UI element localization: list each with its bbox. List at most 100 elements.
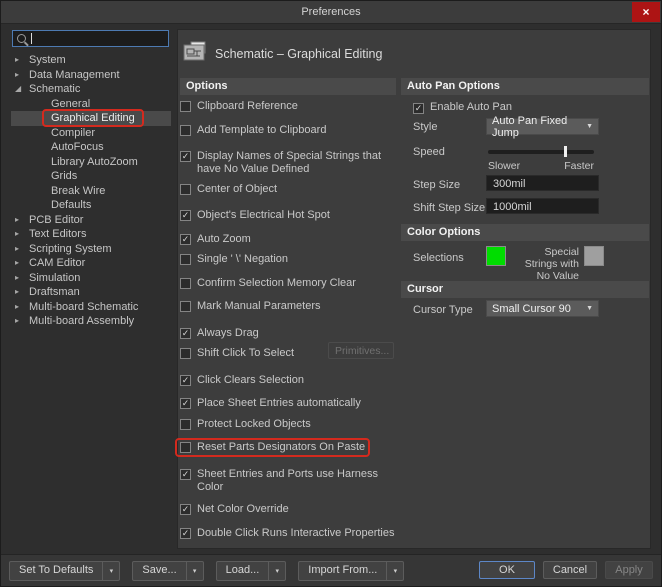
auto-pan-style-dropdown[interactable]: Auto Pan Fixed Jump ▼ [486,118,599,135]
checkbox-single-negation[interactable] [180,254,191,265]
checkbox-auto-zoom[interactable]: ✓ [180,234,191,245]
chevron-down-icon[interactable]: ▾ [186,562,203,580]
tree-label-wrap: Grids [47,170,81,182]
options-list: Clipboard ReferenceAdd Template to Clipb… [180,99,396,546]
save-button[interactable]: Save...▾ [132,561,203,581]
close-button[interactable]: × [632,2,660,22]
tree-label-wrap: PCB Editor [25,214,87,226]
checkbox-clipboard-reference[interactable] [180,101,191,112]
page-title: Schematic – Graphical Editing [215,47,382,61]
sidebar-item-multi-board-schematic[interactable]: ▸ Multi-board Schematic [11,300,171,315]
tree-label-wrap: Scripting System [25,243,116,255]
sidebar-item-break-wire[interactable]: Break Wire [11,184,171,199]
option-inner: Add Template to Clipboard [180,124,326,137]
option-row-display-names-of-special-strings-that-ha: ✓Display Names of Special Strings that h… [180,146,396,176]
option-row-confirm-selection-memory-clear: Confirm Selection Memory Clear [180,276,396,294]
sidebar-item-scripting-system[interactable]: ▸Scripting System [11,242,171,257]
step-size-input[interactable]: 300mil [486,175,599,191]
sidebar-item-label: Multi-board Schematic [29,301,138,313]
collapse-arrow-icon[interactable]: ▸ [15,258,25,268]
checkbox-place-sheet-entries-automatically[interactable]: ✓ [180,398,191,409]
ok-button[interactable]: OK [479,561,535,579]
checkbox-center-of-object[interactable] [180,184,191,195]
checkbox-display-names-of-special-strings-that-ha[interactable]: ✓ [180,151,191,162]
sidebar-item-multi-board-assembly[interactable]: ▸Multi-board Assembly [11,314,171,329]
checkbox-mark-manual-parameters[interactable] [180,301,191,312]
sidebar-item-autofocus[interactable]: AutoFocus [11,140,171,155]
collapse-arrow-icon[interactable]: ▸ [15,244,25,254]
option-row-center-of-object: Center of Object [180,182,396,200]
checkbox-confirm-selection-memory-clear[interactable] [180,278,191,289]
color-options-section-header: Color Options [401,224,649,241]
collapse-arrow-icon[interactable]: ▸ [15,273,25,283]
faster-label: Faster [488,160,594,172]
tree-label-wrap: Text Editors [25,228,90,240]
titlebar[interactable]: Preferences × [1,1,661,24]
search-input[interactable] [34,32,164,45]
sidebar-item-draftsman[interactable]: ▸ Draftsman [11,285,171,300]
checkbox-double-click-runs-interactive-properties[interactable]: ✓ [180,528,191,539]
set-to-defaults-button-label: Set To Defaults [10,562,102,580]
search-box[interactable] [12,30,169,47]
option-label: Object's Electrical Hot Spot [197,209,330,222]
sidebar-item-system[interactable]: ▸System [11,53,171,68]
option-inner: ✓Always Drag [180,327,259,340]
sidebar-item-label: Draftsman [29,286,80,298]
checkbox-object-s-electrical-hot-spot[interactable]: ✓ [180,210,191,221]
sidebar-item-data-management[interactable]: ▸Data Management [11,68,171,83]
collapse-arrow-icon[interactable]: ▸ [15,55,25,65]
selections-color-swatch[interactable] [486,246,506,266]
import-from-button[interactable]: Import From...▾ [298,561,404,581]
checkbox-net-color-override[interactable]: ✓ [180,504,191,515]
enable-auto-pan-checkbox[interactable]: ✓ [413,103,424,114]
expand-arrow-icon[interactable]: ◢ [15,84,25,94]
checkbox-sheet-entries-and-ports-use-harness-colo[interactable]: ✓ [180,469,191,480]
collapse-arrow-icon[interactable]: ▸ [15,229,25,239]
load-button[interactable]: Load...▾ [216,561,287,581]
collapse-arrow-icon[interactable]: ▸ [15,287,25,297]
auto-pan-section-header: Auto Pan Options [401,78,649,95]
tree-label-wrap: Draftsman [25,286,84,298]
shift-step-size-label: Shift Step Size [413,202,485,214]
enable-auto-pan-row[interactable]: ✓ Enable Auto Pan [413,101,512,114]
collapse-arrow-icon[interactable]: ▸ [15,215,25,225]
shift-step-size-input[interactable]: 1000mil [486,198,599,214]
chevron-down-icon[interactable]: ▾ [102,562,119,580]
checkbox-always-drag[interactable]: ✓ [180,328,191,339]
primitives-button[interactable]: Primitives... [328,342,394,359]
set-to-defaults-button[interactable]: Set To Defaults▾ [9,561,120,581]
sidebar-item-grids[interactable]: Grids [11,169,171,184]
chevron-down-icon[interactable]: ▾ [268,562,285,580]
option-row-always-drag: ✓Always Drag [180,323,396,341]
checkbox-reset-parts-designators-on-paste[interactable] [180,442,191,453]
sidebar-item-cam-editor[interactable]: ▸CAM Editor [11,256,171,271]
collapse-arrow-icon[interactable]: ▸ [15,316,25,326]
option-row-object-s-electrical-hot-spot: ✓ Object's Electrical Hot Spot [180,205,396,223]
chevron-down-icon[interactable]: ▾ [386,562,403,580]
checkbox-shift-click-to-select[interactable] [180,348,191,359]
checkbox-add-template-to-clipboard[interactable] [180,125,191,136]
checkbox-click-clears-selection[interactable]: ✓ [180,375,191,386]
sidebar-item-simulation[interactable]: ▸Simulation [11,271,171,286]
sidebar-item-defaults[interactable]: Defaults [11,198,171,213]
checkbox-protect-locked-objects[interactable] [180,419,191,430]
cursor-type-dropdown[interactable]: Small Cursor 90 ▼ [486,300,599,317]
apply-button[interactable]: Apply [605,561,653,579]
sidebar-item-schematic[interactable]: ◢Schematic [11,82,171,97]
sidebar-item-library-autozoom[interactable]: Library AutoZoom [11,155,171,170]
speed-slider[interactable] [488,147,594,157]
sidebar-item-general[interactable]: General [11,97,171,112]
collapse-arrow-icon[interactable]: ▸ [15,302,25,312]
sidebar-item-pcb-editor[interactable]: ▸PCB Editor [11,213,171,228]
option-inner: Single ' \' Negation [180,253,288,266]
sidebar-item-graphical-editing[interactable]: Graphical Editing [11,111,171,126]
speed-slider-handle[interactable] [564,146,567,157]
sidebar-item-compiler[interactable]: Compiler [11,126,171,141]
special-strings-color-swatch[interactable] [584,246,604,266]
import-from-button-label: Import From... [299,562,386,580]
option-inner: ✓ Object's Electrical Hot Spot [180,209,330,222]
sidebar-item-label: AutoFocus [51,141,104,153]
sidebar-item-text-editors[interactable]: ▸Text Editors [11,227,171,242]
cancel-button[interactable]: Cancel [543,561,597,579]
collapse-arrow-icon[interactable]: ▸ [15,70,25,80]
